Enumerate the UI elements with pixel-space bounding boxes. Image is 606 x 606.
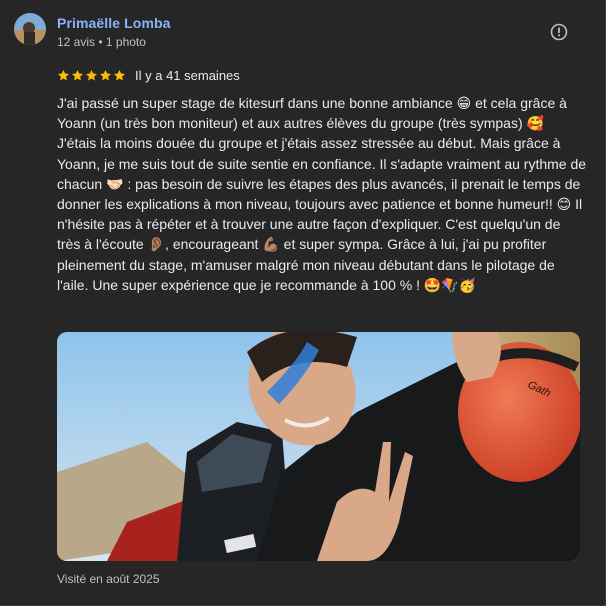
more-options-button[interactable] <box>546 19 572 45</box>
user-avatar[interactable] <box>14 13 46 45</box>
review-text: J'ai passé un super stage de kitesurf da… <box>57 95 587 293</box>
star-icon <box>113 69 126 80</box>
review-photo[interactable]: Gath <box>57 332 580 561</box>
visit-date: Visité en août 2025 <box>57 572 160 586</box>
review-card: Primaëlle Lomba 12 avis • 1 photo Il y a… <box>0 0 606 606</box>
star-icon <box>85 69 98 80</box>
review-time-ago: Il y a 41 semaines <box>135 67 240 83</box>
author-name-link[interactable]: Primaëlle Lomba <box>57 15 171 31</box>
author-meta: 12 avis • 1 photo <box>57 35 146 49</box>
star-rating <box>57 69 126 82</box>
alert-circle-icon <box>550 23 568 41</box>
rating-row: Il y a 41 semaines <box>57 66 240 84</box>
star-icon <box>99 69 112 80</box>
star-icon <box>57 69 70 80</box>
star-icon <box>71 69 84 80</box>
